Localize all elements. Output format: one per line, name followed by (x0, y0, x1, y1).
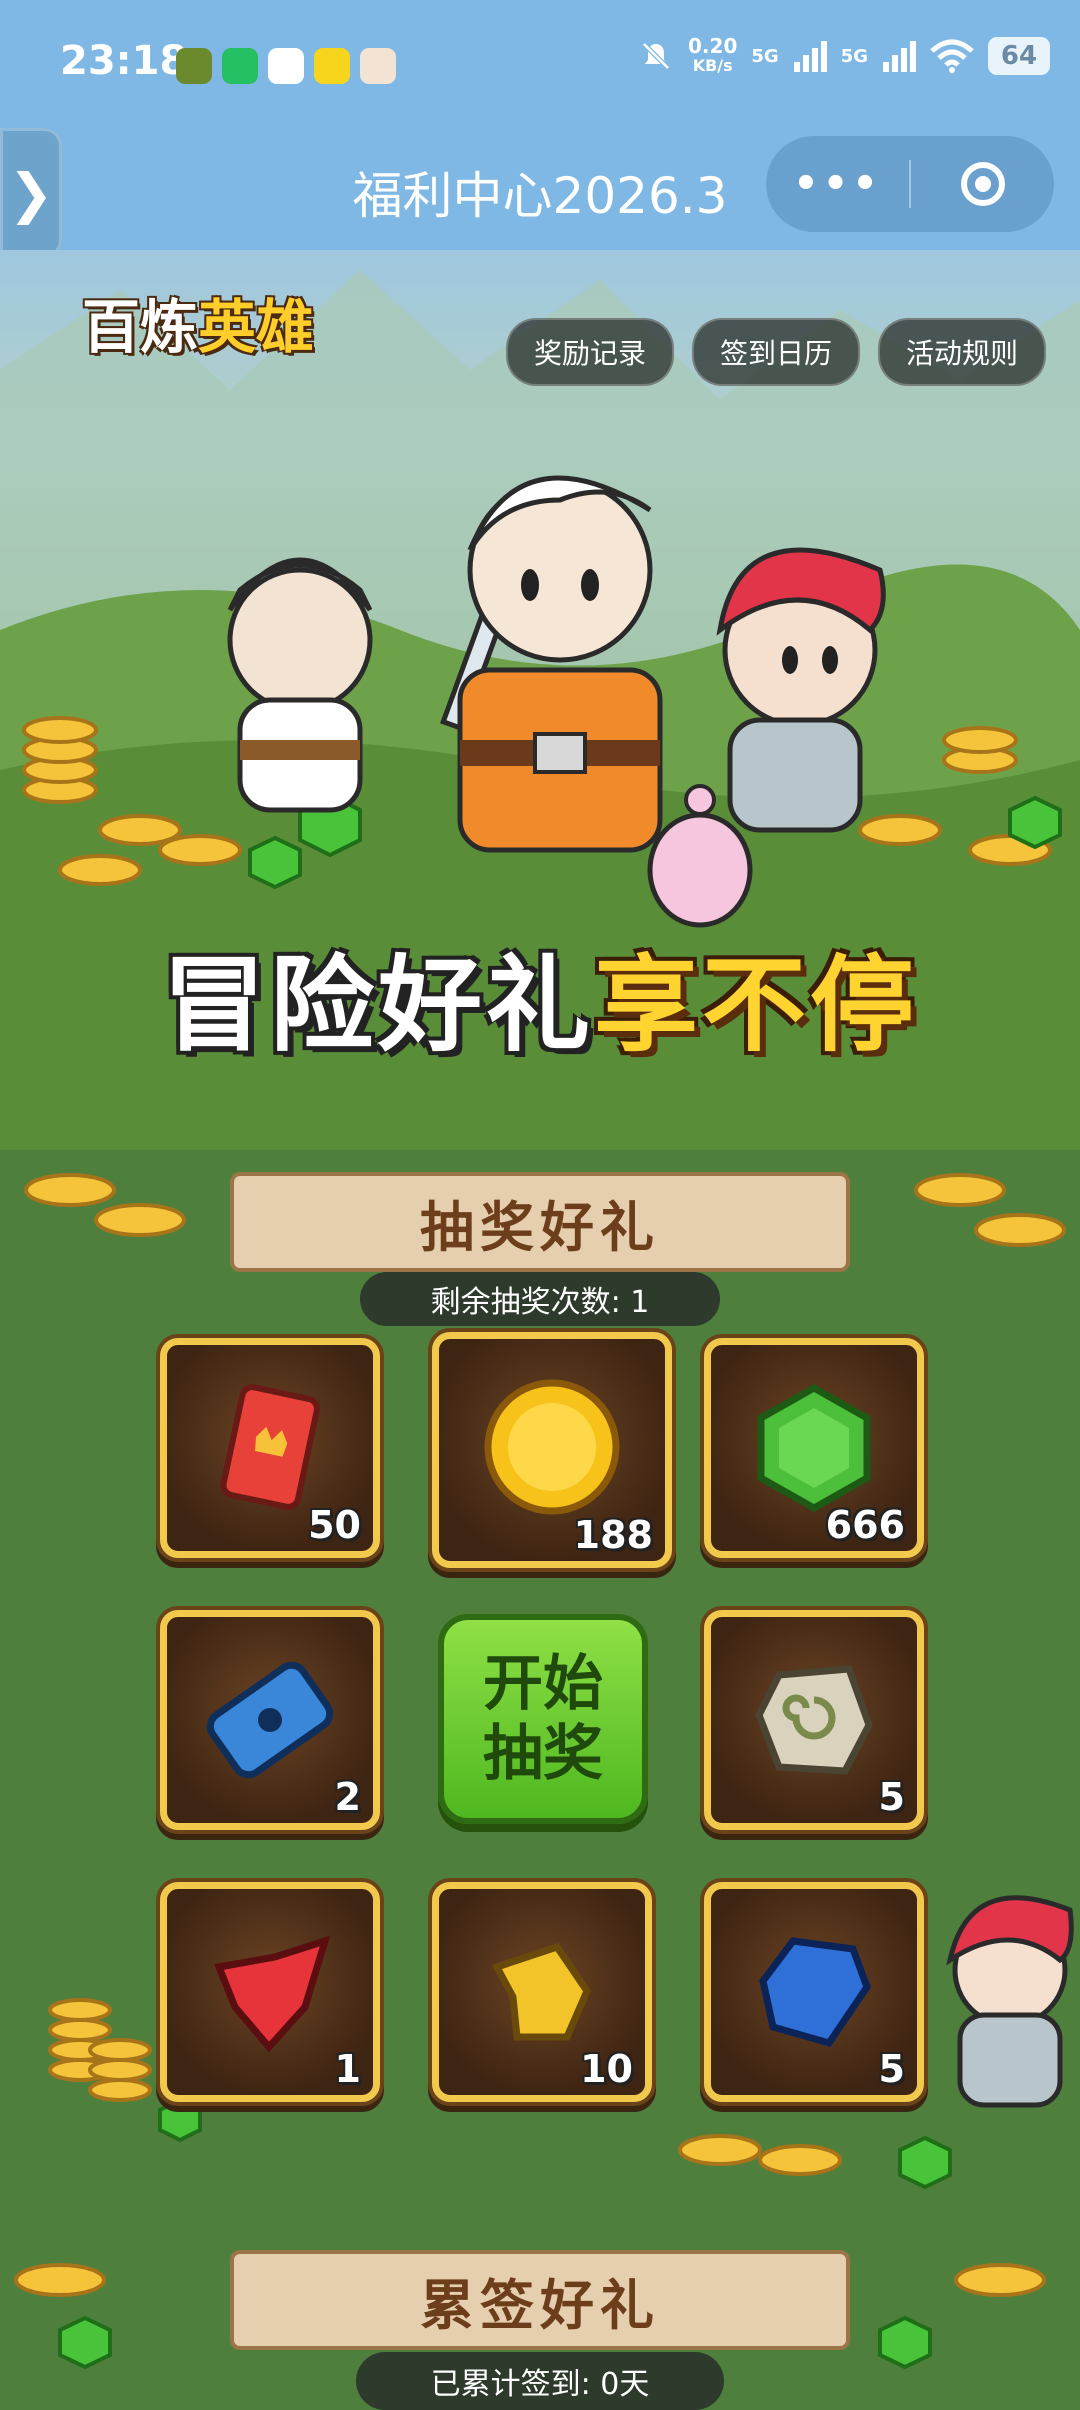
signin-heading-ribbon: 累签好礼 (174, 2250, 906, 2350)
mini-program-capsule: ••• (766, 136, 1054, 232)
signal-bars-icon-2 (883, 41, 916, 72)
mute-icon (642, 42, 670, 70)
system-icons: 0.20 KB/s 5G 5G 64 (638, 36, 1050, 76)
prize-qty: 50 (308, 1503, 361, 1547)
lottery-heading: 抽奖好礼 (420, 1195, 660, 1259)
battery-indicator: 64 (988, 37, 1050, 75)
target-close-icon (960, 162, 1005, 206)
prize-cell-1: 50 (160, 1338, 380, 1558)
clock: 23:18 (60, 38, 188, 84)
prize-qty: 1 (334, 2047, 361, 2091)
remaining-draws: 剩余抽奖次数: 1 (360, 1272, 720, 1326)
prize-cell-3: 666 (704, 1338, 924, 1558)
mascot-app-icon (360, 48, 396, 84)
prize-qty: 5 (878, 1775, 905, 1819)
prize-qty: 2 (334, 1775, 361, 1819)
signal-label-2: 5G (840, 45, 868, 67)
notification-icons (176, 48, 396, 84)
prize-grid: 50 188 666 2 开始 抽奖 5 1 10 5 (160, 1332, 924, 2102)
signin-total: 已累计签到: 0天 (356, 2352, 724, 2410)
net-speed-unit: KB/s (692, 56, 733, 75)
logo-text-2: 英雄 (198, 293, 315, 361)
net-speed: 0.20 KB/s (688, 36, 737, 76)
wifi-icon (930, 39, 974, 73)
more-menu-button[interactable]: ••• (766, 161, 909, 207)
hero-top-links: 奖励记录 签到日历 活动规则 (505, 318, 1046, 386)
chat-app-icon (268, 48, 304, 84)
signin-heading: 累签好礼 (420, 2273, 660, 2337)
prize-cell-4: 2 (160, 1610, 380, 1830)
start-label-line1: 开始 (483, 1649, 603, 1719)
prize-cell-6: 1 (160, 1882, 380, 2102)
slogan-yellow-text: 享不停 (594, 944, 919, 1066)
start-lottery-button[interactable]: 开始 抽奖 (438, 1614, 648, 1824)
prize-qty: 188 (573, 1513, 653, 1557)
signin-calendar-button[interactable]: 签到日历 (691, 318, 860, 386)
prize-cell-8: 5 (704, 1882, 924, 2102)
signal-bars-icon (793, 41, 827, 72)
yellow-app-icon (314, 48, 350, 84)
side-character-decor (946, 1895, 1074, 2108)
lottery-heading-ribbon: 抽奖好礼 (174, 1172, 906, 1272)
logo-text-1: 百炼 (82, 293, 199, 361)
mini-program-title-bar: ❯ 福利中心2026.3 ••• (0, 128, 1080, 258)
activity-rules-button[interactable]: 活动规则 (877, 318, 1046, 386)
prize-qty: 10 (580, 2047, 633, 2091)
close-mini-program-button[interactable] (911, 162, 1054, 206)
hero-slogan: 冒险好礼享不停 (0, 920, 1080, 1071)
status-bar: 23:18 0.20 KB/s 5G 5G 64 (0, 0, 1080, 128)
game-app-icon (176, 48, 212, 84)
prize-qty: 5 (878, 2047, 905, 2091)
prize-qty: 666 (825, 1503, 905, 1547)
hero-banner: 百炼英雄 奖励记录 签到日历 活动规则 冒险好礼享不停 (0, 250, 1080, 1150)
signal-label-1: 5G (751, 45, 779, 67)
reward-record-button[interactable]: 奖励记录 (505, 318, 674, 386)
game-logo: 百炼英雄 (82, 280, 314, 364)
net-speed-value: 0.20 (688, 34, 738, 58)
prize-cell-7: 10 (432, 1882, 652, 2102)
start-label-line2: 抽奖 (483, 1719, 603, 1789)
prize-cell-5: 5 (704, 1610, 924, 1830)
wechat-icon (222, 48, 258, 84)
prize-cell-2: 188 (432, 1332, 672, 1568)
slogan-white-text: 冒险好礼 (161, 944, 594, 1066)
